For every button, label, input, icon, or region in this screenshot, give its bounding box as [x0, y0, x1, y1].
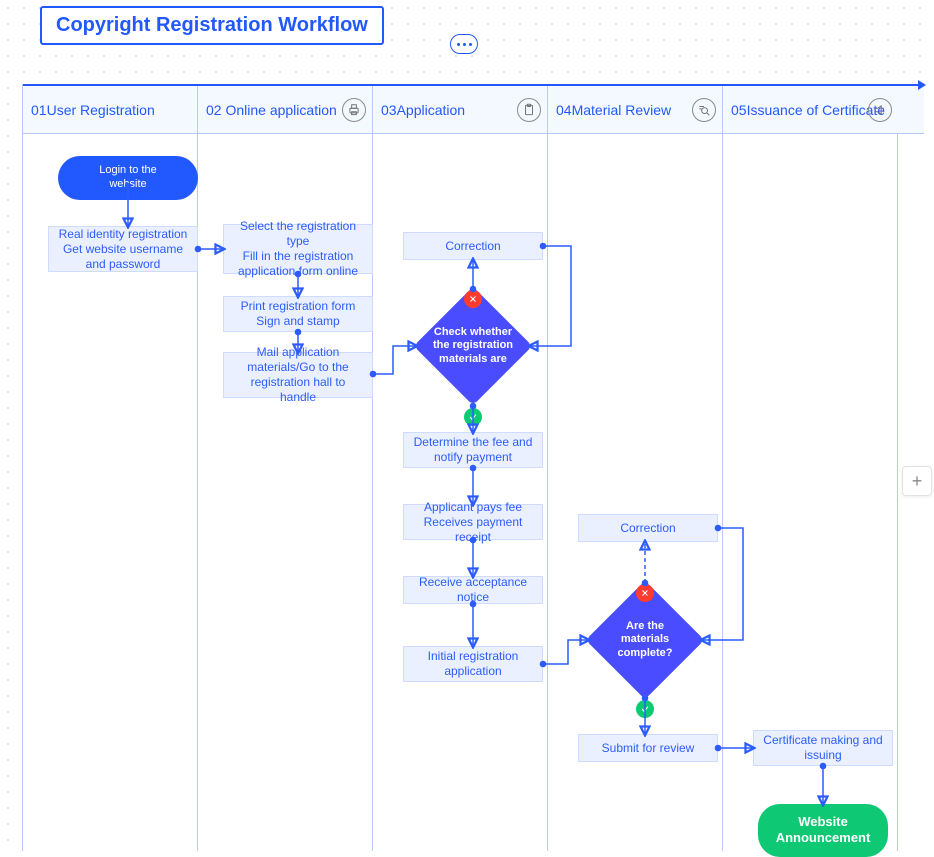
lane-header-5[interactable]: 05 Issuance of Certificate: [723, 86, 898, 133]
swimlane-container: 01 User Registration 02 Online applicati…: [22, 84, 924, 851]
node-label: Determine the fee and notify payment: [412, 435, 534, 465]
badge-no-icon: [464, 290, 482, 308]
lane-num: 05: [731, 102, 747, 118]
lane-header-3[interactable]: 03 Application: [373, 86, 548, 133]
add-button[interactable]: +: [902, 466, 932, 496]
diagram-canvas[interactable]: Copyright Registration Workflow 01 User …: [0, 0, 934, 851]
node-correction-1[interactable]: Correction: [403, 232, 543, 260]
node-accept-notice[interactable]: Receive acceptance notice: [403, 576, 543, 604]
clipboard-icon: [517, 98, 541, 122]
node-pay[interactable]: Applicant pays feeReceives payment recei…: [403, 504, 543, 540]
node-cert-issuing[interactable]: Certificate making and issuing: [753, 730, 893, 766]
node-label: Applicant pays feeReceives payment recei…: [412, 500, 534, 545]
node-label: Mail application materials/Go to the reg…: [232, 345, 364, 405]
lane-num: 02: [206, 102, 222, 118]
swimlane-header-row: 01 User Registration 02 Online applicati…: [23, 84, 924, 134]
node-label: Print registration formSign and stamp: [241, 299, 356, 329]
diagram-title[interactable]: Copyright Registration Workflow: [40, 6, 384, 45]
node-label: Login to the website: [80, 164, 176, 192]
node-label: Real identity registrationGet website us…: [57, 227, 189, 272]
lane-header-1[interactable]: 01 User Registration: [23, 86, 198, 133]
lane-num: 04: [556, 102, 572, 118]
node-select-type[interactable]: Select the registration typeFill in the …: [223, 224, 373, 274]
lane-num: 01: [31, 102, 47, 118]
badge-yes-icon: [464, 408, 482, 426]
node-label: Correction: [445, 239, 500, 254]
node-submit-review[interactable]: Submit for review: [578, 734, 718, 762]
node-label: Website Announcement: [776, 814, 871, 847]
lane-header-2[interactable]: 02 Online application: [198, 86, 373, 133]
node-initial-reg[interactable]: Initial registration application: [403, 646, 543, 682]
node-determine-fee[interactable]: Determine the fee and notify payment: [403, 432, 543, 468]
node-label: Initial registration application: [412, 649, 534, 679]
lane-label: User Registration: [47, 102, 155, 118]
badge-yes-icon: [636, 700, 654, 718]
broadcast-icon: [868, 98, 892, 122]
diagram-title-text: Copyright Registration Workflow: [56, 14, 368, 36]
lane-label: Online application: [225, 102, 336, 118]
node-label: Receive acceptance notice: [412, 575, 534, 605]
review-icon: [692, 98, 716, 122]
print-icon: [342, 98, 366, 122]
node-announcement[interactable]: Website Announcement: [758, 804, 888, 857]
node-mail[interactable]: Mail application materials/Go to the reg…: [223, 352, 373, 398]
lane-label: Material Review: [572, 102, 672, 118]
node-login[interactable]: Login to the website: [58, 156, 198, 200]
node-print[interactable]: Print registration formSign and stamp: [223, 296, 373, 332]
badge-no-icon: [636, 584, 654, 602]
swimlane-body: Login to the website Real identity regis…: [23, 134, 924, 851]
lane-num: 03: [381, 102, 397, 118]
more-actions-button[interactable]: [450, 34, 478, 54]
lane-label: Issuance of Certificate: [747, 102, 886, 118]
node-label: Select the registration typeFill in the …: [232, 219, 364, 279]
node-correction-2[interactable]: Correction: [578, 514, 718, 542]
node-label: Submit for review: [602, 741, 695, 756]
lane-label: Application: [397, 102, 466, 118]
node-identity[interactable]: Real identity registrationGet website us…: [48, 226, 198, 272]
lane-header-4[interactable]: 04 Material Review: [548, 86, 723, 133]
node-label: Certificate making and issuing: [762, 733, 884, 763]
node-label: Correction: [620, 521, 675, 536]
